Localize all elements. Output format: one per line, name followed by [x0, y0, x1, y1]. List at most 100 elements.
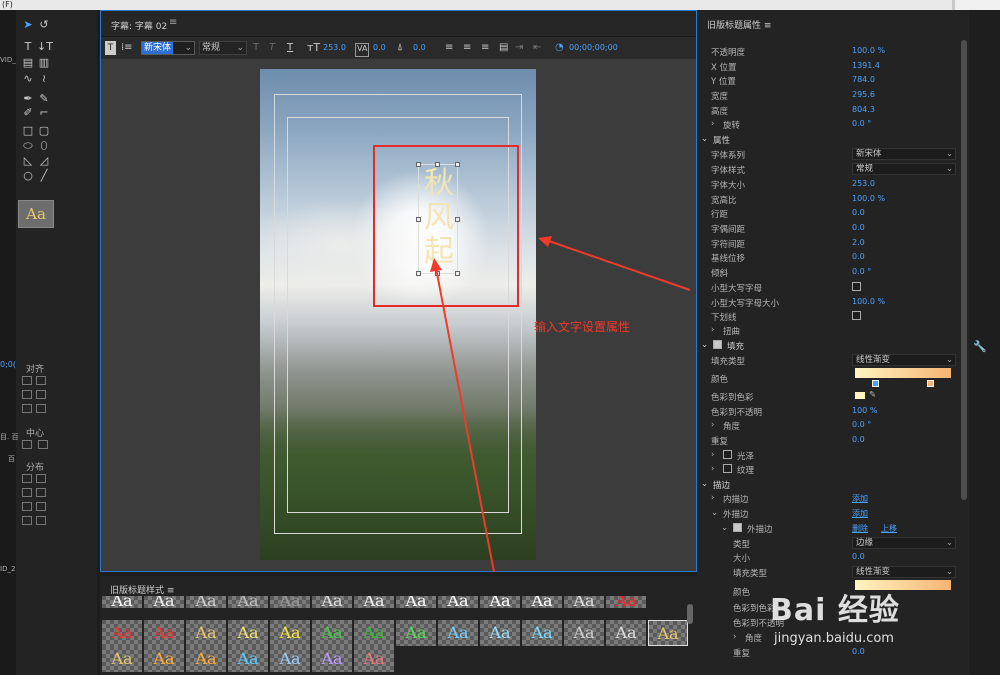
width-value[interactable]: 295.6 [852, 90, 875, 99]
fill-angle-value[interactable]: 0.0 ° [852, 420, 871, 429]
slant-value[interactable]: 0.0 ° [852, 267, 871, 276]
right-edge-panel: 🔧 [969, 10, 1000, 675]
style-swatch[interactable]: Aa [144, 646, 184, 672]
expand-chevron-icon[interactable]: › [733, 632, 736, 642]
style-swatch[interactable]: Aa [354, 646, 394, 672]
style-swatch[interactable]: Aa [312, 646, 352, 672]
style-swatch[interactable]: Aa [564, 596, 604, 608]
expand-chevron-icon[interactable]: › [711, 493, 714, 503]
baseline-shift-value[interactable]: 0.0 [852, 252, 865, 261]
opacity-value[interactable]: 100.0 % [852, 46, 885, 55]
tracking-value[interactable]: 2.0 [852, 238, 865, 247]
gradient-stop-left[interactable] [872, 380, 879, 387]
stroke-color-label: 颜色 [733, 588, 751, 598]
style-swatch[interactable]: Aa [186, 596, 226, 608]
font-size-value[interactable]: 253.0 [852, 179, 875, 188]
stroke-type-select[interactable]: 边缘 ⌄ [852, 537, 956, 549]
style-swatch[interactable]: Aa [102, 620, 142, 646]
eyedropper-icon[interactable]: ✎ [869, 390, 876, 400]
style-swatch[interactable]: Aa [312, 620, 352, 646]
expand-chevron-icon[interactable]: › [711, 420, 714, 430]
rotation-value[interactable]: 0.0 ° [852, 119, 871, 128]
style-swatch[interactable]: Aa [270, 620, 310, 646]
style-swatch[interactable]: Aa [102, 596, 142, 608]
style-swatch[interactable]: Aa [480, 596, 520, 608]
collapse-chevron-icon[interactable]: ⌄ [701, 479, 708, 489]
style-swatch[interactable]: Aa [270, 646, 310, 672]
arrow-line-to-text [435, 267, 495, 573]
style-swatch[interactable]: Aa [606, 596, 646, 608]
style-swatch[interactable]: Aa [144, 596, 184, 608]
style-swatch[interactable]: Aa [396, 620, 436, 646]
collapse-chevron-icon[interactable]: ⌄ [721, 523, 728, 533]
expand-chevron-icon[interactable]: › [711, 450, 714, 460]
wrench-icon[interactable]: 🔧 [973, 340, 987, 353]
aspect-value[interactable]: 100.0 % [852, 194, 885, 203]
fill-checkbox[interactable] [713, 340, 722, 349]
y-position-value[interactable]: 784.0 [852, 75, 875, 84]
props-panel-title[interactable]: 旧版标题属性 ≡ [707, 18, 771, 31]
style-swatch[interactable]: Aa [228, 646, 268, 672]
delete-stroke-link[interactable]: 删除 [852, 523, 868, 534]
arrow-head [430, 258, 442, 272]
props-scrollbar[interactable] [961, 40, 967, 500]
style-swatch[interactable]: Aa [228, 620, 268, 646]
expand-chevron-icon[interactable]: › [711, 464, 714, 474]
fill-gradient-bar[interactable] [855, 368, 951, 378]
gradient-stop-right[interactable] [927, 380, 934, 387]
style-swatch[interactable]: Aa [354, 620, 394, 646]
distort-label[interactable]: 扭曲 [723, 325, 740, 337]
style-swatch[interactable]: Aa [480, 620, 520, 646]
move-up-stroke-link[interactable]: 上移 [881, 523, 897, 534]
fill-type-select[interactable]: 线性渐变 ⌄ [852, 354, 956, 366]
stroke-size-value[interactable]: 0.0 [852, 552, 865, 561]
fill-section-header[interactable]: 填充 [727, 340, 744, 352]
expand-chevron-icon[interactable]: › [711, 119, 714, 129]
outer-stroke-add-link[interactable]: 添加 [852, 508, 868, 519]
small-caps-checkbox[interactable] [852, 282, 861, 291]
stroke-section-header[interactable]: 描边 [713, 479, 730, 491]
style-swatch[interactable]: Aa [438, 596, 478, 608]
color-to-opacity-value[interactable]: 100 % [852, 406, 877, 415]
style-swatch[interactable]: Aa [606, 620, 646, 646]
sheen-checkbox[interactable] [723, 450, 732, 459]
outer-stroke-label: 外描边 [723, 510, 749, 520]
properties-section-header[interactable]: 属性 [713, 134, 730, 146]
leading-value[interactable]: 0.0 [852, 208, 865, 217]
style-swatch[interactable]: Aa [522, 596, 562, 608]
color-swatch[interactable] [855, 392, 865, 399]
styles-panel-title[interactable]: 旧版标题样式 ≡ [110, 583, 174, 596]
style-swatch[interactable]: Aa [648, 620, 688, 646]
font-style-select[interactable]: 常规 ⌄ [852, 163, 956, 175]
style-swatch[interactable]: Aa [564, 620, 604, 646]
expand-chevron-icon[interactable]: › [711, 325, 714, 335]
style-swatch[interactable]: Aa [186, 620, 226, 646]
fill-type-label: 填充类型 [711, 357, 746, 367]
style-swatch[interactable]: Aa [396, 596, 436, 608]
kerning-value[interactable]: 0.0 [852, 223, 865, 232]
style-swatch[interactable]: Aa [228, 596, 268, 608]
style-swatch[interactable]: Aa [186, 646, 226, 672]
styles-scrollbar[interactable] [687, 604, 693, 624]
inner-stroke-add-link[interactable]: 添加 [852, 493, 868, 504]
small-caps-size-value[interactable]: 100.0 % [852, 297, 885, 306]
outer-stroke-checkbox[interactable] [733, 523, 742, 532]
style-swatch[interactable]: Aa [438, 620, 478, 646]
style-swatch[interactable]: Aa [354, 596, 394, 608]
font-family-select[interactable]: 新宋体 ⌄ [852, 148, 956, 160]
style-swatch[interactable]: Aa [522, 620, 562, 646]
collapse-chevron-icon[interactable]: ⌄ [701, 340, 708, 350]
style-swatch[interactable]: Aa [102, 646, 142, 672]
annotation-text: 输入文字设置属性 [534, 320, 631, 334]
style-swatch[interactable]: Aa [312, 596, 352, 608]
style-swatch[interactable]: Aa [144, 620, 184, 646]
underline-checkbox[interactable] [852, 311, 861, 320]
x-position-value[interactable]: 1391.4 [852, 61, 880, 70]
fill-repeat-value[interactable]: 0.0 [852, 435, 865, 444]
collapse-chevron-icon[interactable]: ⌄ [711, 508, 718, 518]
style-swatch[interactable]: Aa [270, 596, 310, 608]
texture-checkbox[interactable] [723, 464, 732, 473]
stroke-fill-type-select[interactable]: 线性渐变 ⌄ [852, 566, 956, 578]
collapse-chevron-icon[interactable]: ⌄ [701, 134, 708, 144]
height-value[interactable]: 804.3 [852, 105, 875, 114]
